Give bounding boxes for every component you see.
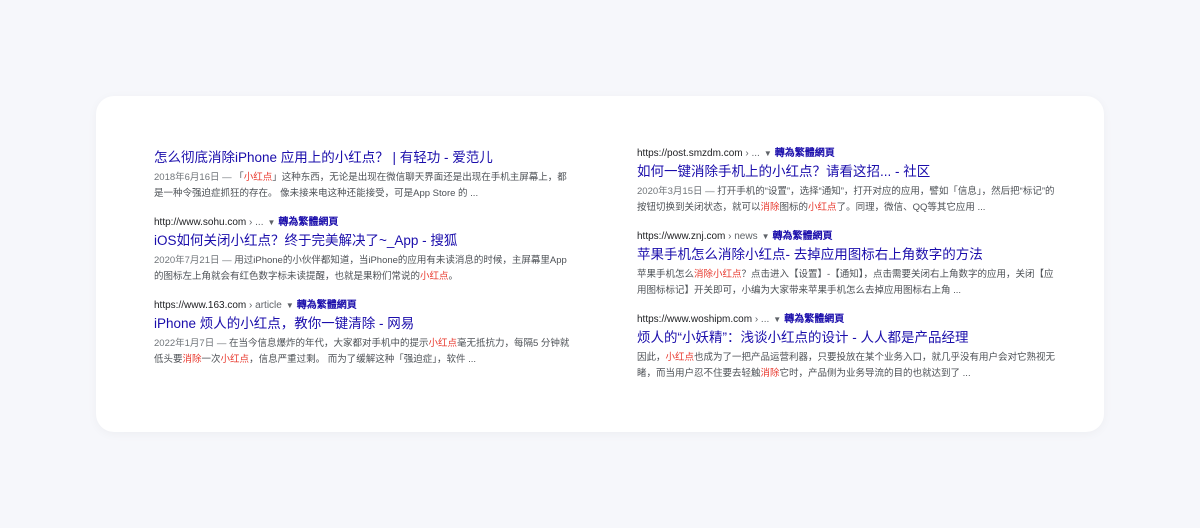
snippet-text: 一次 [201, 354, 221, 365]
snippet-text: 苹果手机怎么 [637, 269, 695, 280]
snippet-highlight: 小红点 [220, 354, 250, 365]
snippet-text: 「 [231, 172, 244, 183]
result-url[interactable]: https://post.smzdm.com [637, 148, 743, 159]
dropdown-triangle-icon[interactable]: ▼ [268, 218, 276, 227]
result-snippet: 2020年7月21日 — 用过iPhone的小伙伴都知道，当iPhone的应用有… [154, 253, 574, 285]
snippet-highlight: 消除 [760, 202, 780, 213]
snippet-text: 。 [448, 271, 459, 282]
result-url[interactable]: https://www.woshipm.com [637, 314, 752, 325]
result-date: 2022年1月7日 — [154, 338, 227, 349]
result-url-path: › article [246, 300, 282, 311]
result-url-path: › ... [742, 148, 760, 159]
translate-link[interactable]: 轉為繁體網頁 [775, 148, 835, 159]
search-result: https://www.znj.com › news ▼ 轉為繁體網頁苹果手机怎么消… [637, 230, 1057, 299]
snippet-text: 它时，产品侧为业务导流的目的也就达到了 ... [779, 368, 971, 379]
translate-link[interactable]: 轉為繁體網頁 [278, 217, 338, 228]
search-result: 怎么彻底消除iPhone 应用上的小红点？ | 有轻功 - 爱范儿 2018年6月… [154, 148, 574, 202]
result-title-link[interactable]: 烦人的“小妖精”：浅谈小红点的设计 - 人人都是产品经理 [637, 328, 1057, 347]
result-url[interactable]: https://www.163.com [154, 300, 246, 311]
result-date: 2020年7月21日 — [154, 255, 232, 266]
snippet-highlight: 消除 [182, 354, 202, 365]
search-result: http://www.sohu.com › ... ▼ 轉為繁體網頁 iOS如何关闭小… [154, 216, 574, 285]
result-snippet: 苹果手机怎么消除小红点？点击进入【设置】-【通知】，点击需要关闭右上角数字的应用… [637, 267, 1057, 299]
search-result: https://www.163.com › article ▼ 轉為繁體網頁 iPho… [154, 299, 574, 368]
result-snippet: 2020年3月15日 — 打开手机的“设置”，选择“通知”，打开对应的应用，譬如… [637, 184, 1057, 216]
result-date: 2020年3月15日 — [637, 186, 715, 197]
result-url-path: › news [725, 231, 758, 242]
snippet-highlight: 消除 [760, 368, 780, 379]
snippet-highlight: 小红点 [428, 338, 457, 349]
dropdown-triangle-icon[interactable]: ▼ [764, 149, 772, 158]
result-title-link[interactable]: iPhone 烦人的小红点，教你一键清除 - 网易 [154, 314, 574, 333]
search-results-card: 怎么彻底消除iPhone 应用上的小红点？ | 有轻功 - 爱范儿 2018年6月… [96, 96, 1104, 432]
results-column-right: https://post.smzdm.com › ... ▼ 轉為繁體網頁 如何一键消… [637, 147, 1057, 396]
result-url-line: https://www.woshipm.com › ... ▼ 轉為繁體網頁 [637, 313, 1057, 327]
result-url[interactable]: http://www.sohu.com [154, 217, 246, 228]
result-url[interactable]: https://www.znj.com [637, 231, 725, 242]
result-snippet: 因此，小红点也成为了一把产品运营利器，只要投放在某个业务入口，就几乎没有用户会对… [637, 350, 1057, 382]
dropdown-triangle-icon[interactable]: ▼ [773, 315, 781, 324]
results-column-left: 怎么彻底消除iPhone 应用上的小红点？ | 有轻功 - 爱范儿 2018年6月… [154, 144, 574, 382]
snippet-highlight: 消除小红点 [694, 269, 742, 280]
result-url-path: › ... [246, 217, 264, 228]
result-title-link[interactable]: 怎么彻底消除iPhone 应用上的小红点？ | 有轻功 - 爱范儿 [154, 148, 574, 167]
result-title-link[interactable]: 如何一键消除手机上的小红点？请看这招... - 社区 [637, 162, 1057, 181]
result-url-line: http://www.sohu.com › ... ▼ 轉為繁體網頁 [154, 216, 574, 230]
snippet-highlight: 小红点 [808, 202, 837, 213]
result-date: 2018年6月16日 — [154, 172, 232, 183]
snippet-text: 因此， [637, 352, 666, 363]
snippet-text: 了。同理，微信、QQ等其它应用 ... [836, 202, 986, 213]
snippet-text: 在当今信息爆炸的年代，大家都对手机中的提示 [226, 338, 429, 349]
search-result: https://www.woshipm.com › ... ▼ 轉為繁體網頁 烦人的“… [637, 313, 1057, 382]
result-title-link[interactable]: iOS如何关闭小红点？终于完美解决了~_App - 搜狐 [154, 231, 574, 250]
result-url-line: https://www.163.com › article ▼ 轉為繁體網頁 [154, 299, 574, 313]
snippet-highlight: 小红点 [420, 271, 449, 282]
translate-link[interactable]: 轉為繁體網頁 [297, 300, 357, 311]
search-result: https://post.smzdm.com › ... ▼ 轉為繁體網頁如何一键消… [637, 147, 1057, 216]
snippet-text: ，信息严重过剩。 而为了缓解这种「强迫症」，软件 ... [249, 354, 477, 365]
result-title-link[interactable]: 苹果手机怎么消除小红点- 去掉应用图标右上角数字的方法 [637, 245, 1057, 264]
result-url-line: https://www.znj.com › news ▼ 轉為繁體網頁 [637, 230, 1057, 244]
translate-link[interactable]: 轉為繁體網頁 [784, 314, 844, 325]
result-snippet: 2022年1月7日 — 在当今信息爆炸的年代，大家都对手机中的提示小红点毫无抵抗… [154, 336, 574, 368]
result-url-line: https://post.smzdm.com › ... ▼ 轉為繁體網頁 [637, 147, 1057, 161]
snippet-text: 图标的 [779, 202, 809, 213]
snippet-highlight: 小红点 [243, 172, 273, 183]
translate-link[interactable]: 轉為繁體網頁 [773, 231, 833, 242]
result-snippet: 2018年6月16日 — 「小红点」这种东西，无论是出现在微信聊天界面还是出现在… [154, 170, 574, 202]
snippet-highlight: 小红点 [665, 352, 695, 363]
result-url-path: › ... [752, 314, 770, 325]
dropdown-triangle-icon[interactable]: ▼ [286, 301, 294, 310]
dropdown-triangle-icon[interactable]: ▼ [762, 232, 770, 241]
